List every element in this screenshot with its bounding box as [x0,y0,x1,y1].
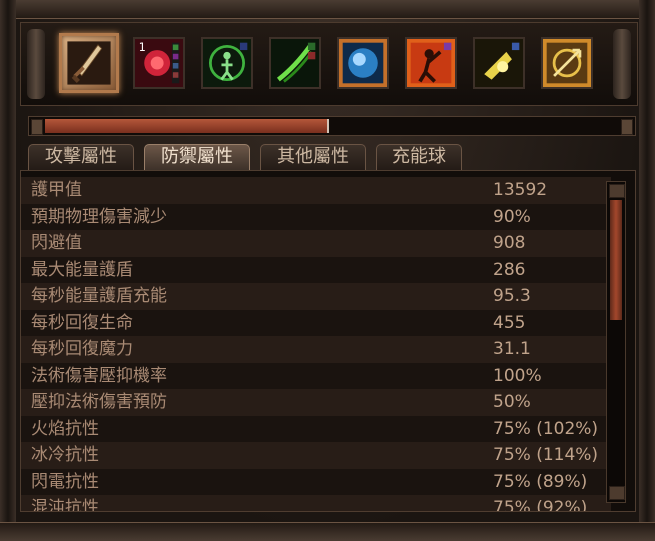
stat-row: 每秒回復魔力 31.1 [21,336,611,363]
stat-value: 50% [493,392,531,412]
skill-slot-7[interactable] [473,37,525,89]
tab-defense[interactable]: 防禦屬性 [144,144,250,170]
stat-label: 護甲值 [31,180,82,200]
stat-value: 90% [493,206,531,227]
resource-bar-right-cap [621,119,633,135]
skill-slot-1[interactable] [59,33,119,93]
stat-row: 每秒能量護盾充能 95.3 [21,283,611,310]
stat-value: 75% (102%) [493,418,599,439]
defense-stats-panel: 護甲值 13592 預期物理傷害減少 90% 閃避值 908 最大能量護盾 286 每秒… [20,170,636,512]
window-frame-left [0,0,16,540]
stat-label: 壓抑法術傷害預防 [31,392,167,412]
stat-label: 火焰抗性 [31,418,99,439]
scroll-down-button[interactable] [609,486,625,500]
window-frame-top [0,0,655,19]
stat-row: 火焰抗性 75% (102%) [21,415,611,442]
window-frame-right [639,0,655,540]
window-frame-bottom [0,522,655,541]
blue-orb-skill-icon [339,39,387,87]
skill-slot-2[interactable]: 1 [133,37,185,89]
stat-value: 13592 [493,180,548,200]
stat-label: 混沌抗性 [31,498,99,512]
ornament-left [27,29,45,99]
green-slash-skill-icon [271,39,319,87]
fire-warrior-skill-icon [407,39,455,87]
sword-icon [67,41,111,85]
tab-misc[interactable]: 其他屬性 [260,144,366,170]
stat-value: 75% (114%) [493,445,599,465]
stat-value: 75% (92%) [493,498,588,512]
scroll-up-button[interactable] [609,184,625,198]
stats-scrollbar[interactable] [606,181,626,503]
stat-value: 75% (89%) [493,471,588,492]
scroll-thumb[interactable] [610,200,622,320]
stat-value: 908 [493,233,526,253]
stat-row: 法術傷害壓抑機率 100% [21,362,611,389]
ornament-right [613,29,631,99]
stat-row: 護甲值 13592 [21,177,611,204]
stats-tabs: 攻擊屬性 防禦屬性 其他屬性 充能球 [28,144,628,170]
skill-slot-3[interactable] [201,37,253,89]
stat-row: 最大能量護盾 286 [21,256,611,283]
stat-value: 31.1 [493,339,531,359]
stat-label: 閃電抗性 [31,471,99,492]
stat-row: 預期物理傷害減少 90% [21,203,611,230]
stat-value: 455 [493,312,526,333]
resource-bar-fill [45,119,329,133]
red-heart-skill-icon: 1 [135,39,183,87]
green-figure-skill-icon [203,39,251,87]
yellow-dash-skill-icon [475,39,523,87]
stat-label: 最大能量護盾 [31,259,133,280]
stat-label: 法術傷害壓抑機率 [31,365,167,386]
resource-bar-left-cap [31,119,43,135]
stat-label: 冰冷抗性 [31,445,99,465]
character-stats-window: 1 攻擊屬性 防禦屬性 其他屬性 充能球 護甲值 13592 預期物理傷害減少 … [0,0,655,541]
stat-value: 286 [493,259,526,280]
stat-value: 100% [493,365,542,386]
stat-label: 每秒能量護盾充能 [31,286,167,306]
stat-row: 閃電抗性 75% (89%) [21,468,611,495]
stat-row: 閃避值 908 [21,230,611,257]
stat-row: 冰冷抗性 75% (114%) [21,442,611,469]
tab-offense[interactable]: 攻擊屬性 [28,144,134,170]
stat-label: 每秒回復魔力 [31,339,133,359]
svg-text:1: 1 [139,41,146,54]
stat-label: 閃避值 [31,233,82,253]
skill-selector-bar: 1 [20,22,638,106]
stat-value: 95.3 [493,286,531,306]
skill-slot-4[interactable] [269,37,321,89]
skill-slot-6[interactable] [405,37,457,89]
stat-label: 預期物理傷害減少 [31,206,167,227]
stats-list: 護甲值 13592 預期物理傷害減少 90% 閃避值 908 最大能量護盾 286 每秒… [21,177,611,512]
skill-slot-8[interactable] [541,37,593,89]
stat-row: 壓抑法術傷害預防 50% [21,389,611,416]
skill-slot-5[interactable] [337,37,389,89]
stat-row: 混沌抗性 75% (92%) [21,495,611,512]
stat-row: 每秒回復生命 455 [21,309,611,336]
stat-label: 每秒回復生命 [31,312,133,333]
resource-bar[interactable] [28,116,636,136]
tab-charges[interactable]: 充能球 [376,144,462,170]
golden-arrow-skill-icon [543,39,591,87]
